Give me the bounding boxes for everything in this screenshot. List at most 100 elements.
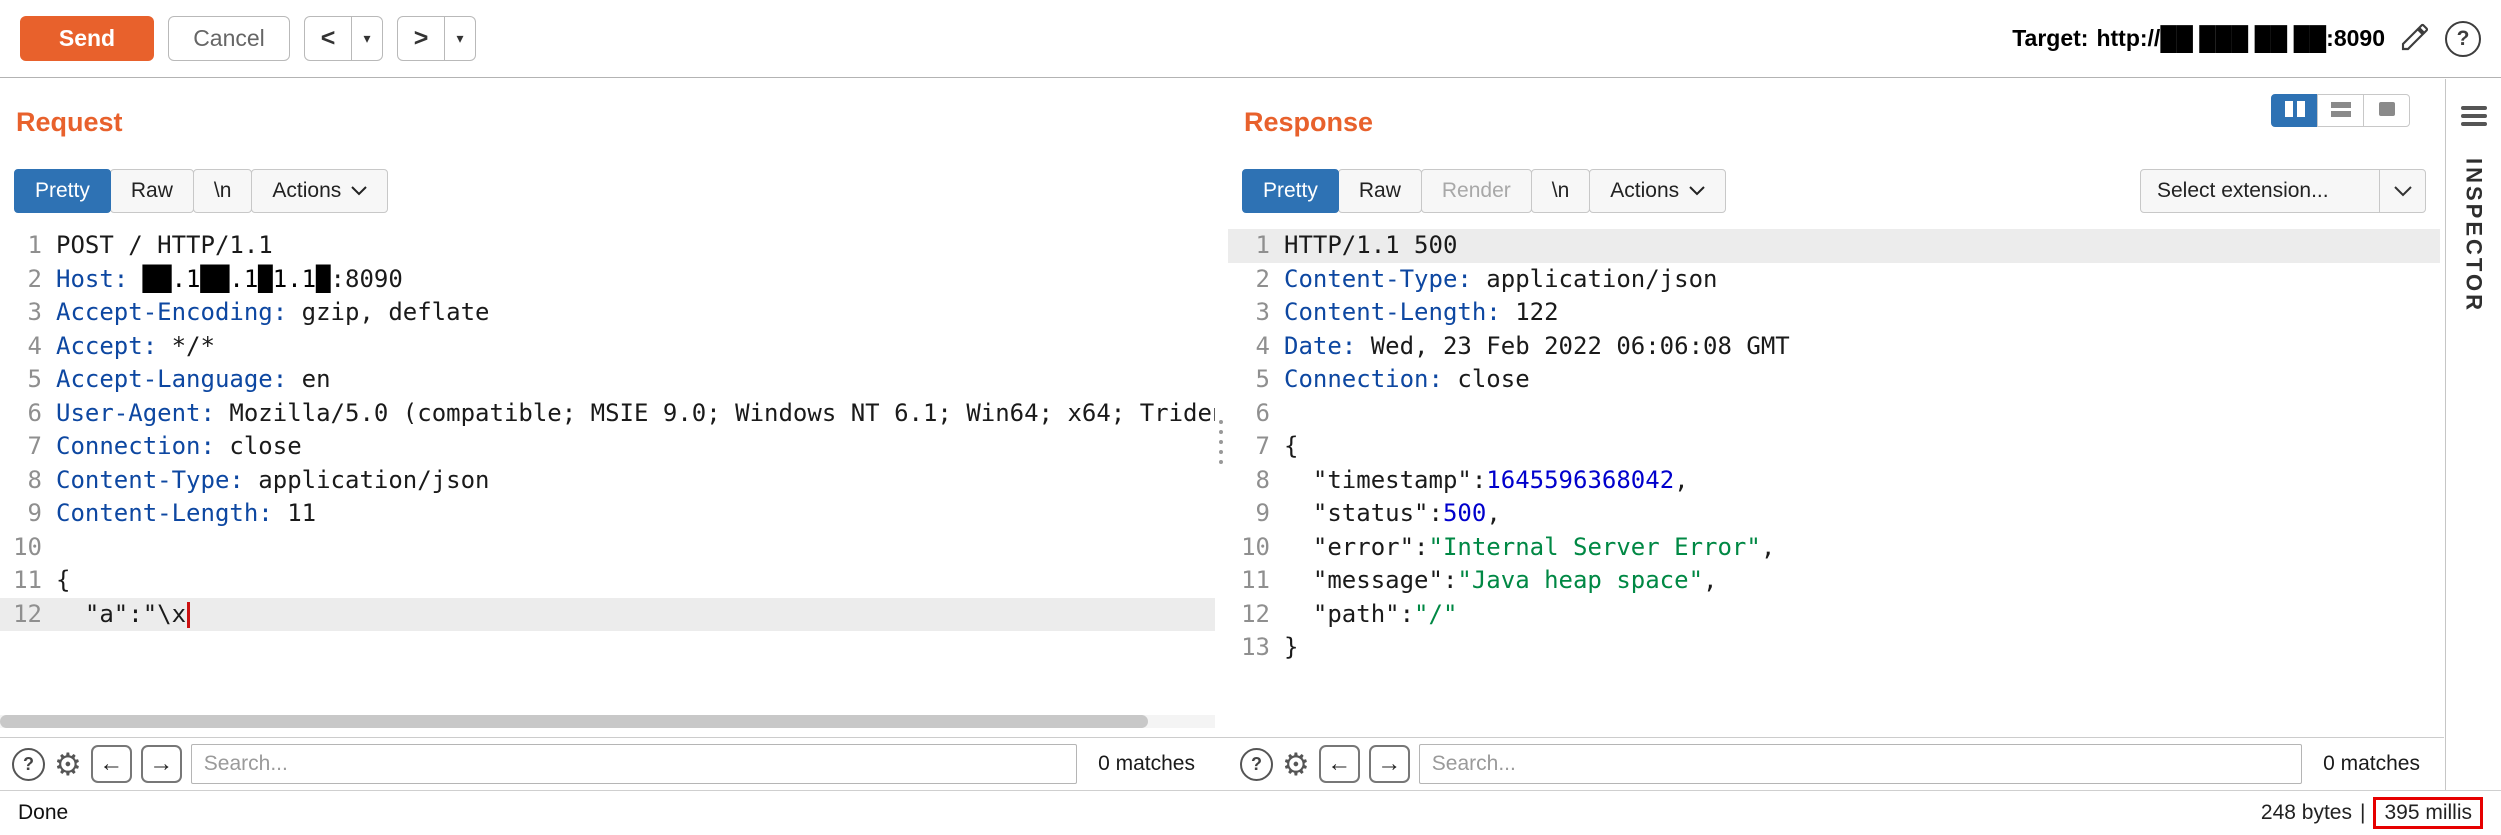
line-text: { xyxy=(1270,430,2440,464)
tab-n[interactable]: \n xyxy=(1531,169,1591,213)
back-history-dropdown[interactable]: ▾ xyxy=(352,16,383,61)
code-token: { xyxy=(56,566,70,594)
next-match-button[interactable]: → xyxy=(141,745,182,783)
code-line[interactable]: 10 xyxy=(0,531,1215,565)
pencil-icon xyxy=(2399,21,2431,56)
tab-raw[interactable]: Raw xyxy=(110,169,194,213)
help-button[interactable]: ? xyxy=(2445,21,2481,57)
tab-label: Pretty xyxy=(35,179,90,203)
line-text: } xyxy=(1270,631,2440,665)
back-split-button: < ▾ xyxy=(304,16,383,61)
edit-target-button[interactable] xyxy=(2399,21,2431,56)
code-line[interactable]: 8Content-Type: application/json xyxy=(0,464,1215,498)
line-number: 10 xyxy=(0,531,42,565)
redacted-text: ██.1██.1█1.1█ xyxy=(143,265,331,293)
forward-button[interactable]: > xyxy=(397,16,445,61)
request-search-bar: ? ⚙ ← → 0 matches xyxy=(0,738,1215,790)
response-title: Response xyxy=(1244,107,1373,138)
code-line[interactable]: 11 "message":"Java heap space", xyxy=(1228,564,2440,598)
arrow-right-icon: → xyxy=(149,750,173,778)
code-line[interactable]: 3Accept-Encoding: gzip, deflate xyxy=(0,296,1215,330)
scrollbar-thumb[interactable] xyxy=(0,715,1148,728)
chevron-down-icon xyxy=(2379,170,2425,212)
line-text xyxy=(42,531,1215,565)
request-horizontal-scrollbar[interactable] xyxy=(0,715,1215,728)
code-line[interactable]: 5Accept-Language: en xyxy=(0,363,1215,397)
text-cursor xyxy=(187,602,190,628)
code-line[interactable]: 12 "a":"\x xyxy=(0,598,1215,632)
request-panel: Request PrettyRaw\nActions 1POST / HTTP/… xyxy=(0,79,1215,790)
code-line[interactable]: 4Date: Wed, 23 Feb 2022 06:06:08 GMT xyxy=(1228,330,2440,364)
question-icon: ? xyxy=(2457,27,2470,51)
code-token: "message": xyxy=(1284,566,1457,594)
tab-pretty[interactable]: Pretty xyxy=(1242,169,1339,213)
back-button[interactable]: < xyxy=(304,16,352,61)
line-text: "error":"Internal Server Error", xyxy=(1270,531,2440,565)
response-match-count: 0 matches xyxy=(2323,752,2420,776)
code-line[interactable]: 6 xyxy=(1228,397,2440,431)
line-number: 11 xyxy=(1228,564,1270,598)
layout-rows-button[interactable] xyxy=(2317,94,2364,127)
cancel-button[interactable]: Cancel xyxy=(168,16,290,61)
forward-history-dropdown[interactable]: ▾ xyxy=(445,16,476,61)
code-token: Connection: xyxy=(1284,365,1443,393)
tab-n[interactable]: \n xyxy=(193,169,253,213)
code-line[interactable]: 12 "path":"/" xyxy=(1228,598,2440,632)
previous-match-button[interactable]: ← xyxy=(1319,745,1360,783)
search-help-button[interactable]: ? xyxy=(12,748,45,781)
response-editor[interactable]: 1HTTP/1.1 5002Content-Type: application/… xyxy=(1228,229,2440,712)
code-line[interactable]: 4Accept: */* xyxy=(0,330,1215,364)
settings-menu-button[interactable] xyxy=(2460,105,2488,130)
layout-columns-button[interactable] xyxy=(2271,94,2318,127)
code-line[interactable]: 7{ xyxy=(1228,430,2440,464)
code-line[interactable]: 6User-Agent: Mozilla/5.0 (compatible; MS… xyxy=(0,397,1215,431)
code-line[interactable]: 11{ xyxy=(0,564,1215,598)
columns-icon xyxy=(2284,100,2306,121)
extension-dropdown[interactable]: Select extension... xyxy=(2140,169,2426,213)
code-line[interactable]: 9 "status":500, xyxy=(1228,497,2440,531)
code-line[interactable]: 2Host: ██.1██.1█1.1█:8090 xyxy=(0,263,1215,297)
next-match-button[interactable]: → xyxy=(1369,745,1410,783)
panel-splitter-handle[interactable] xyxy=(1216,420,1226,464)
code-line[interactable]: 9Content-Length: 11 xyxy=(0,497,1215,531)
response-search-input[interactable] xyxy=(1419,744,2302,784)
request-search-input[interactable] xyxy=(191,744,1077,784)
arrow-left-icon: ← xyxy=(1327,750,1351,778)
code-token: User-Agent: xyxy=(56,399,215,427)
tab-actions[interactable]: Actions xyxy=(1589,169,1726,213)
response-tabs: PrettyRawRender\nActions xyxy=(1242,169,1726,213)
tab-pretty[interactable]: Pretty xyxy=(14,169,111,213)
request-tabs: Pretty Raw\nActions xyxy=(14,169,388,213)
chevron-down-icon: ▾ xyxy=(456,30,463,47)
code-line[interactable]: 8 "timestamp":1645596368042, xyxy=(1228,464,2440,498)
code-line[interactable]: 1POST / HTTP/1.1 xyxy=(0,229,1215,263)
tab-actions[interactable]: Actions xyxy=(251,169,388,213)
code-line[interactable]: 7Connection: close xyxy=(0,430,1215,464)
line-text xyxy=(1270,397,2440,431)
code-line[interactable]: 13} xyxy=(1228,631,2440,665)
code-line[interactable]: 1HTTP/1.1 500 xyxy=(1228,229,2440,263)
inspector-sidebar[interactable]: INSPECTOR xyxy=(2445,79,2501,790)
line-text: Date: Wed, 23 Feb 2022 06:06:08 GMT xyxy=(1270,330,2440,364)
layout-single-button[interactable] xyxy=(2363,94,2410,127)
code-token: Connection: xyxy=(56,432,215,460)
previous-match-button[interactable]: ← xyxy=(91,745,132,783)
code-token: */* xyxy=(157,332,215,360)
code-line[interactable]: 5Connection: close xyxy=(1228,363,2440,397)
arrow-left-icon: ← xyxy=(99,750,123,778)
code-token: close xyxy=(215,432,302,460)
line-text: Accept: */* xyxy=(42,330,1215,364)
layout-view-buttons xyxy=(2271,94,2410,127)
code-line[interactable]: 10 "error":"Internal Server Error", xyxy=(1228,531,2440,565)
request-editor[interactable]: 1POST / HTTP/1.12Host: ██.1██.1█1.1█:809… xyxy=(0,229,1215,712)
search-settings-button[interactable]: ⚙ xyxy=(1282,749,1310,780)
code-line[interactable]: 3Content-Length: 122 xyxy=(1228,296,2440,330)
line-number: 1 xyxy=(1228,229,1270,263)
send-button[interactable]: Send xyxy=(20,16,154,61)
search-help-button[interactable]: ? xyxy=(1240,748,1273,781)
search-settings-button[interactable]: ⚙ xyxy=(54,749,82,780)
tab-raw[interactable]: Raw xyxy=(1338,169,1422,213)
code-line[interactable]: 2Content-Type: application/json xyxy=(1228,263,2440,297)
tab-render: Render xyxy=(1421,169,1532,213)
inspector-tab-label[interactable]: INSPECTOR xyxy=(2461,158,2487,313)
